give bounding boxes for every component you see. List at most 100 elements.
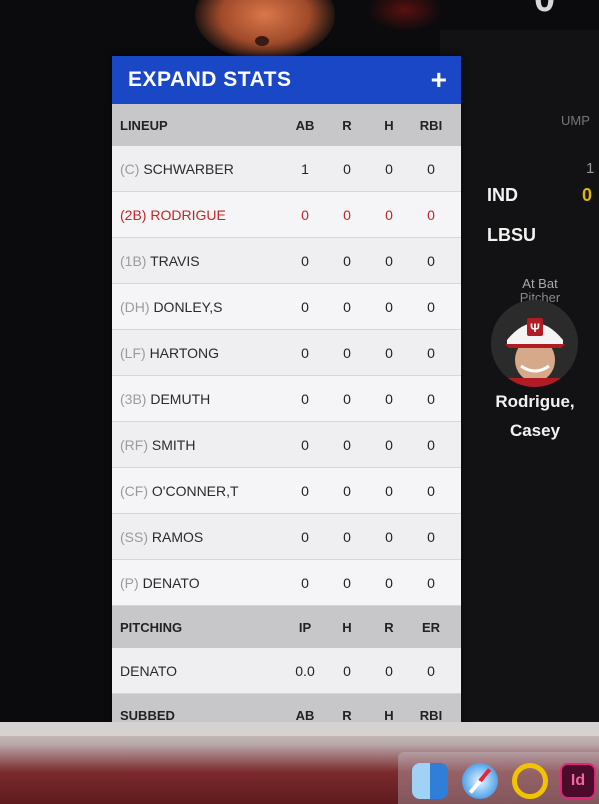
stat-ab: 0 [301,528,309,545]
player-cell: (CF) O'CONNER,T [112,483,284,499]
table-row[interactable]: (3B) DEMUTH 0 0 0 0 [112,376,461,422]
player-position: (RF) [120,436,148,453]
player-name: RAMOS [151,528,204,545]
table-row[interactable]: (2B) RODRIGUE 0 0 0 0 [112,192,461,238]
stat-ab: 1 [301,160,309,177]
player-cell: (C) SCHWARBER [112,161,284,177]
col-r: R [384,619,394,635]
stat-ip: 0.0 [295,662,315,679]
col-rbi: RBI [419,117,443,133]
table-row[interactable]: (1B) TRAVIS 0 0 0 0 [112,238,461,284]
player-name: TRAVIS [150,252,200,269]
table-row[interactable]: (RF) SMITH 0 0 0 0 [112,422,461,468]
logo-detail [255,36,269,46]
col-er: ER [421,619,441,635]
pitching-row: DENATO 0.0 0 0 0 [112,648,461,694]
subbed-col-name: SUBBED [120,707,175,723]
col-rbi: RBI [419,707,443,723]
table-row[interactable]: (P) DENATO 0 0 0 0 [112,560,461,606]
window-bottom-edge [0,722,599,736]
top-score: 0 [534,0,555,21]
col-ab: AB [295,707,315,723]
stat-h: 0 [385,252,393,269]
stat-h: 0 [343,662,351,679]
ump-label: UMP [561,113,590,128]
player-cell: (3B) DEMUTH [112,391,284,407]
stat-ab: 0 [301,344,309,361]
stat-r: 0 [343,528,351,545]
player-position: (1B) [120,252,147,269]
stat-r: 0 [343,574,351,591]
col-r: R [342,117,352,133]
panel-title: EXPAND STATS [128,68,292,91]
player-position: (CF) [120,482,148,499]
pitching-col-name: PITCHING [120,619,183,635]
player-position: (P) [120,574,139,591]
stat-rbi: 0 [427,528,435,545]
finder-icon[interactable] [412,763,448,799]
inning-fragment: 1 [586,160,595,177]
player-cell: (2B) RODRIGUE [112,207,284,223]
player-position: (C) [120,160,140,177]
player-cell: (LF) HARTONG [112,345,284,361]
team-logo-graphic-2 [370,0,440,30]
stat-rbi: 0 [427,344,435,361]
stat-h: 0 [385,528,393,545]
stat-h: 0 [385,160,393,177]
stat-r: 0 [343,298,351,315]
indesign-icon[interactable]: Id [560,763,596,799]
player-avatar: Ψ [491,300,578,387]
table-row[interactable]: (DH) DONLEY,S 0 0 0 0 [112,284,461,330]
stat-rbi: 0 [427,574,435,591]
pitching-header: PITCHING IP H R ER [112,606,461,648]
app-o-icon[interactable] [512,763,548,799]
stat-h: 0 [385,390,393,407]
team-lbsu: LBSU [487,225,536,245]
player-position: (LF) [120,344,146,361]
stat-ab: 0 [301,298,309,315]
stat-h: 0 [385,574,393,591]
stat-r: 0 [343,160,351,177]
lineup-header: LINEUP AB R H RBI [112,104,461,146]
player-position: (2B) [120,206,147,223]
table-row[interactable]: (SS) RAMOS 0 0 0 0 [112,514,461,560]
player-name: O'CONNER,T [151,482,239,499]
col-ip: IP [298,619,312,635]
team-ind: IND [487,185,518,205]
player-cell: (RF) SMITH [112,437,284,453]
at-bat-label: At Bat [522,276,558,291]
stat-h: 0 [385,482,393,499]
expand-plus-icon[interactable]: + [431,66,447,94]
player-name: DENATO [142,574,200,591]
player-position: (DH) [120,298,150,315]
stat-er: 0 [427,662,435,679]
player-photo-icon: Ψ [491,300,578,387]
table-row[interactable]: (CF) O'CONNER,T 0 0 0 0 [112,468,461,514]
table-row[interactable]: (LF) HARTONG 0 0 0 0 [112,330,461,376]
player-name: DEMUTH [150,390,211,407]
player-cell: (SS) RAMOS [112,529,284,545]
table-row[interactable]: (C) SCHWARBER 1 0 0 0 [112,146,461,192]
player-position: (SS) [120,528,148,545]
team-logo-graphic [195,0,335,60]
svg-text:Ψ: Ψ [530,321,540,335]
stat-ab: 0 [301,482,309,499]
player-name-line1: Rodrigue, [495,392,575,411]
stat-ab: 0 [301,574,309,591]
stats-panel: EXPAND STATS + LINEUP AB R H RBI (C) SCH… [112,56,461,736]
player-name: RODRIGUE [150,206,226,223]
col-h: H [342,619,352,635]
player-cell: (P) DENATO [112,575,284,591]
player-name-line2: Casey [509,421,561,440]
col-h: H [384,117,394,133]
stat-ab: 0 [301,206,309,223]
stat-rbi: 0 [427,390,435,407]
stat-r: 0 [343,344,351,361]
stat-r: 0 [343,206,351,223]
stat-rbi: 0 [427,298,435,315]
player-name: SCHWARBER [143,160,234,177]
stat-ab: 0 [301,252,309,269]
col-ab: AB [295,117,315,133]
stat-r: 0 [343,252,351,269]
team-ind-score: 0 [582,185,593,205]
